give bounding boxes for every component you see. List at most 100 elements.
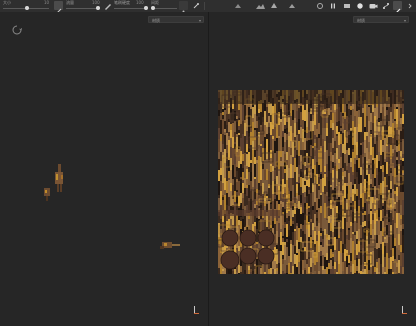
view-mode-select-left[interactable]: 材质 ▾ [148, 16, 204, 23]
more-button[interactable] [405, 1, 415, 11]
mountain-icon [255, 4, 265, 9]
texture-patch [278, 223, 280, 237]
texture-patch [288, 153, 290, 168]
texture-patch [296, 167, 298, 182]
texture-patch [324, 141, 326, 152]
texture-patch [388, 144, 390, 154]
texture-patch [328, 181, 330, 195]
texture-patch [378, 172, 380, 185]
texture-patch [294, 172, 296, 186]
texture-patch [362, 209, 364, 213]
texture-patch [254, 140, 256, 143]
texture-patch [340, 181, 342, 191]
texture-patch [378, 127, 380, 132]
flow-slider-track[interactable] [66, 8, 100, 9]
texture-patch [296, 150, 298, 155]
record-button[interactable] [355, 1, 365, 11]
view-mode-select-right[interactable]: 材质 ▾ [353, 16, 409, 23]
texture-patch [400, 208, 402, 215]
texture-patch [364, 157, 366, 161]
spacing-options-button[interactable] [179, 1, 188, 13]
texture-patch [332, 245, 334, 252]
spacing-slider-handle[interactable] [151, 6, 155, 10]
texture-patch [306, 196, 308, 203]
texture-patch [298, 195, 300, 201]
pen-button[interactable] [103, 1, 113, 11]
texture-patch [378, 137, 380, 152]
texture-patch [282, 255, 284, 259]
tool-a-button[interactable] [315, 1, 325, 11]
texture-patch [256, 136, 258, 151]
texture-patch [400, 192, 402, 205]
texture-patch [384, 138, 386, 145]
model-figure-a [44, 164, 63, 201]
texture-patch [230, 138, 232, 147]
texture-patch [352, 189, 354, 201]
texture-patch [254, 189, 256, 192]
texture-patch [280, 232, 282, 245]
texture-patch [354, 250, 356, 260]
texture-patch [392, 256, 394, 261]
texture-patch [368, 121, 370, 133]
texture-patch [376, 221, 378, 235]
camera-button[interactable] [368, 1, 378, 11]
texture-patch [286, 239, 288, 242]
texture-patch [286, 273, 288, 274]
texture-patch [300, 150, 302, 155]
texture-patch [220, 264, 222, 274]
mountain-button[interactable] [255, 1, 265, 11]
texture-patch [290, 244, 292, 252]
texture-patch [400, 205, 402, 208]
viewport-3d[interactable]: 材质 ▾ [0, 12, 208, 326]
texture-patch [332, 138, 334, 148]
hierarchy-button[interactable] [381, 1, 391, 11]
mirror-button[interactable] [191, 1, 201, 11]
texture-patch [346, 235, 348, 239]
texture-patch [344, 171, 346, 177]
texture-patch [320, 206, 322, 213]
hardness-slider-track[interactable] [114, 8, 148, 9]
texture-patch [302, 203, 304, 213]
texture-patch [346, 239, 348, 250]
texture-patch [288, 236, 290, 243]
texture-patch [282, 238, 284, 242]
brush-mode-button[interactable] [54, 1, 63, 15]
texture-patch [304, 110, 306, 121]
texture-patch [318, 186, 320, 190]
texture-patch [242, 140, 244, 154]
texture-patch [372, 174, 374, 185]
texture-patch [252, 107, 254, 118]
texture-patch [394, 211, 396, 223]
snap-button[interactable] [233, 1, 243, 11]
texture-patch [224, 132, 226, 135]
texture-patch [272, 139, 274, 151]
pause-button[interactable] [328, 1, 338, 11]
fill-button[interactable] [269, 1, 279, 11]
flow-slider-handle[interactable] [96, 6, 100, 10]
texture-patch [250, 269, 252, 272]
texture-patch [238, 206, 240, 208]
texture-patch [352, 223, 354, 232]
render-button[interactable] [342, 1, 352, 11]
texture-patch [312, 169, 314, 173]
texture-patch [360, 238, 362, 243]
texture-patch [318, 121, 320, 123]
paint-button[interactable] [393, 1, 402, 15]
texture-patch [336, 165, 338, 171]
texture-patch [358, 124, 360, 132]
triangle-button[interactable] [287, 1, 297, 11]
texture-patch [390, 189, 392, 193]
texture-patch [386, 107, 388, 110]
texture-patch [276, 271, 278, 274]
texture-patch [362, 128, 364, 142]
texture-patch [326, 260, 328, 267]
texture-patch [372, 220, 374, 222]
texture-patch [254, 266, 256, 269]
texture-patch [360, 175, 362, 183]
size-slider-handle[interactable] [25, 6, 29, 10]
texture-patch [402, 192, 404, 200]
texture-patch [244, 188, 246, 194]
texture-patch [254, 130, 256, 137]
hardness-slider-handle[interactable] [144, 6, 148, 10]
texture-patch [362, 157, 364, 164]
